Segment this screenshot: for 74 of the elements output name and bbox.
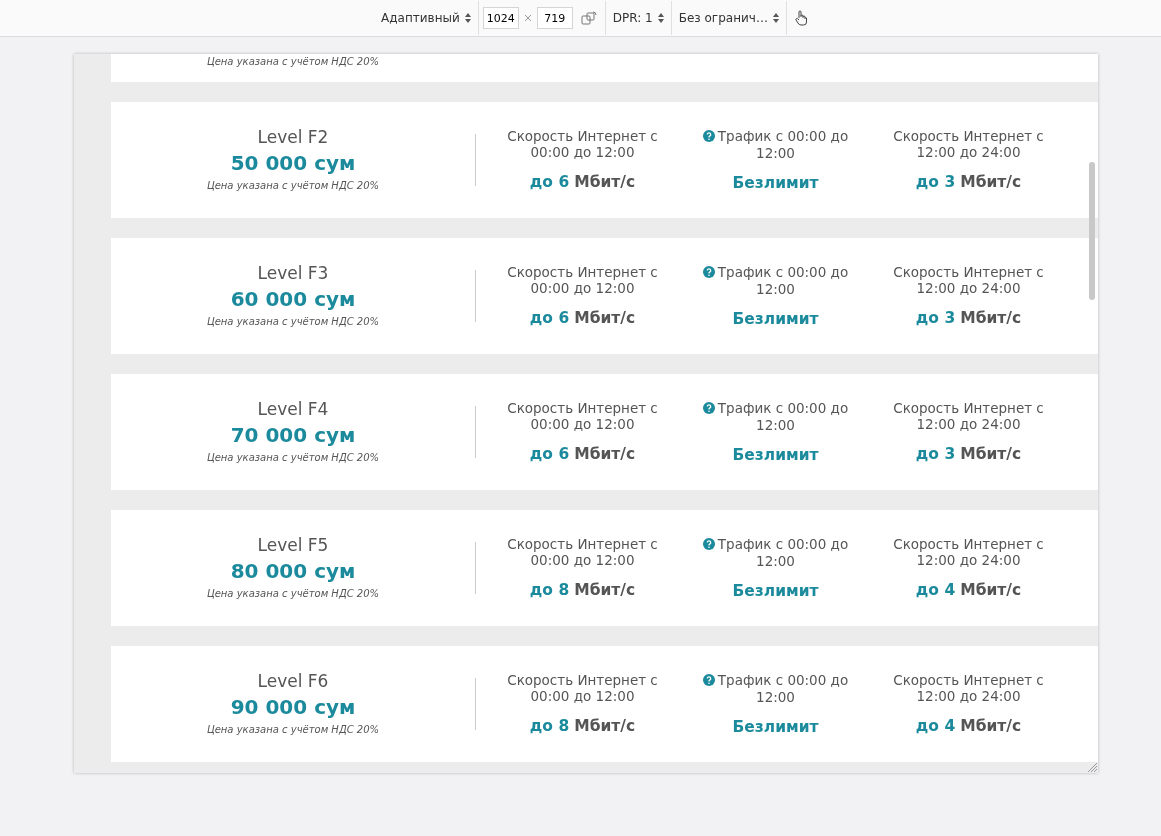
plan-price: 70 000 сум: [230, 422, 356, 449]
feature-label: Скорость Интернет с 00:00 до 12:00: [507, 400, 658, 432]
feature-label: Скорость Интернет с 00:00 до 12:00: [507, 672, 658, 704]
speed-unit: Мбит/с: [574, 309, 636, 327]
help-icon[interactable]: [702, 265, 715, 281]
speed-value: до 8: [529, 717, 570, 735]
help-icon[interactable]: [702, 673, 715, 689]
speed-value: до 6: [529, 309, 570, 327]
speed-value: до 6: [529, 173, 570, 191]
speed-unit: Мбит/с: [574, 717, 636, 735]
feature-label: Трафик с 00:00 до 12:00: [717, 536, 849, 569]
feature-label: Скорость Интернет с 12:00 до 24:00: [893, 264, 1044, 296]
speed-value: до 3: [915, 445, 956, 463]
traffic-value: Безлимит: [732, 310, 819, 328]
speed-unit: Мбит/с: [960, 717, 1022, 735]
speed-unit: Мбит/с: [960, 309, 1022, 327]
feature-label: Трафик с 00:00 до 12:00: [717, 672, 849, 705]
plan-name: Level F6: [257, 670, 329, 692]
plan-price: 80 000 сум: [230, 558, 356, 585]
traffic-value: Безлимит: [732, 582, 819, 600]
speed-unit: Мбит/с: [960, 445, 1022, 463]
plan-price: 60 000 сум: [230, 286, 356, 313]
plan-name: Level F5: [257, 534, 329, 556]
speed-value: до 8: [529, 581, 570, 599]
throttle-dropdown[interactable]: Без огранич…: [675, 11, 782, 25]
height-field[interactable]: 719: [536, 7, 573, 29]
plan-name: Level F3: [257, 262, 329, 284]
feature-label: Скорость Интернет с 12:00 до 24:00: [893, 128, 1044, 160]
sort-arrows-icon: [464, 13, 471, 23]
dpr-dropdown[interactable]: DPR: 1: [609, 11, 667, 25]
sort-arrows-icon: [657, 13, 664, 23]
rotate-device-icon[interactable]: [580, 11, 597, 25]
feature-label: Скорость Интернет с 12:00 до 24:00: [893, 400, 1044, 432]
price-note: Цена указана с учётом НДС 20%: [206, 315, 380, 329]
speed-unit: Мбит/с: [574, 445, 636, 463]
plan-price: 90 000 сум: [230, 694, 356, 721]
traffic-value: Безлимит: [732, 174, 819, 192]
help-icon[interactable]: [702, 129, 715, 145]
resize-grip-icon[interactable]: [1087, 762, 1097, 772]
speed-value: до 3: [915, 309, 956, 327]
feature-label: Трафик с 00:00 до 12:00: [717, 400, 849, 433]
traffic-value: Безлимит: [732, 446, 819, 464]
sort-arrows-icon: [772, 13, 779, 23]
price-note: Цена указана с учётом НДС 20%: [206, 723, 380, 737]
help-icon[interactable]: [702, 401, 715, 417]
speed-value: до 6: [529, 445, 570, 463]
width-field[interactable]: 1024: [482, 7, 519, 29]
feature-label: Скорость Интернет с 00:00 до 12:00: [507, 536, 658, 568]
device-dropdown[interactable]: Адаптивный: [378, 11, 474, 25]
times-icon: [524, 15, 531, 21]
feature-label: Скорость Интернет с 00:00 до 12:00: [507, 128, 658, 160]
speed-unit: Мбит/с: [960, 173, 1022, 191]
price-note: Цена указана с учётом НДС 20%: [206, 587, 380, 601]
feature-label: Скорость Интернет с 12:00 до 24:00: [893, 672, 1044, 704]
speed-unit: Мбит/с: [574, 581, 636, 599]
feature-label: Трафик с 00:00 до 12:00: [717, 264, 849, 297]
plan-price: 50 000 сум: [230, 150, 356, 177]
price-note: Цена указана с учётом НДС 20%: [206, 55, 380, 69]
price-note: Цена указана с учётом НДС 20%: [206, 451, 380, 465]
traffic-value: Безлимит: [732, 718, 819, 736]
price-note: Цена указана с учётом НДС 20%: [206, 179, 380, 193]
plan-name: Level F4: [257, 398, 329, 420]
speed-value: до 3: [915, 173, 956, 191]
help-icon[interactable]: [702, 537, 715, 553]
speed-unit: Мбит/с: [574, 173, 636, 191]
feature-label: Скорость Интернет с 00:00 до 12:00: [507, 264, 658, 296]
speed-value: до 4: [915, 717, 956, 735]
feature-label: Скорость Интернет с 12:00 до 24:00: [893, 536, 1044, 568]
speed-value: до 4: [915, 581, 956, 599]
feature-label: Трафик с 00:00 до 12:00: [717, 128, 849, 161]
plan-name: Level F2: [257, 126, 329, 148]
speed-unit: Мбит/с: [960, 581, 1022, 599]
scrollbar-thumb[interactable]: [1089, 162, 1095, 300]
hand-pointer-icon[interactable]: [794, 10, 807, 26]
